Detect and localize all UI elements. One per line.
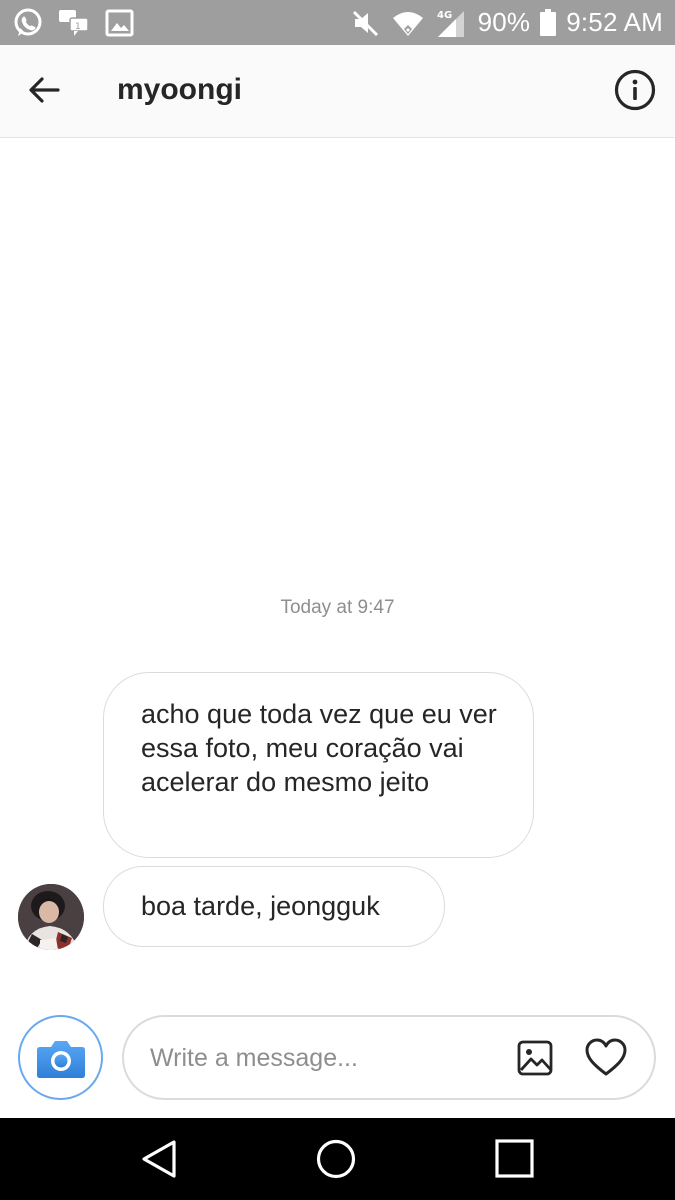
status-right-icons: 4G 90% 9:52 AM <box>350 6 663 39</box>
nav-home-button[interactable] <box>315 1138 357 1180</box>
clock: 9:52 AM <box>566 7 663 37</box>
avatar[interactable] <box>18 884 84 950</box>
chat-notification-icon: 1 <box>58 7 90 39</box>
status-left-icons: 1 <box>12 6 136 39</box>
network-label: 4G <box>437 10 452 21</box>
heart-icon <box>585 1038 627 1076</box>
triangle-back-icon <box>142 1140 176 1178</box>
nav-back-button[interactable] <box>139 1138 181 1180</box>
whatsapp-icon <box>12 7 44 39</box>
info-circle-icon <box>614 69 656 111</box>
wifi-icon <box>392 7 424 39</box>
svg-text:1: 1 <box>75 22 81 32</box>
profile-photo-icon <box>18 884 84 950</box>
square-recents-icon <box>495 1139 534 1178</box>
image-icon <box>517 1040 553 1076</box>
message-input[interactable] <box>150 1039 490 1077</box>
gallery-button[interactable] <box>516 1039 554 1077</box>
system-nav-bar <box>0 1118 675 1200</box>
arrow-left-icon <box>29 77 60 103</box>
battery-icon <box>540 9 557 36</box>
signal-icon: 4G <box>434 7 468 39</box>
image-notification-icon <box>104 7 136 39</box>
camera-button[interactable] <box>18 1015 103 1100</box>
conversation-title[interactable]: myoongi <box>117 73 242 107</box>
back-button[interactable] <box>24 69 66 111</box>
info-button[interactable] <box>613 68 657 112</box>
nav-recents-button[interactable] <box>494 1138 536 1180</box>
camera-icon <box>36 1040 85 1078</box>
message-text: acho que toda vez que eu ver essa foto, … <box>141 699 497 797</box>
message-text: boa tarde, jeongguk <box>141 891 380 921</box>
message-composer <box>122 1015 656 1100</box>
message-bubble[interactable]: boa tarde, jeongguk <box>103 866 445 947</box>
message-bubble[interactable]: acho que toda vez que eu ver essa foto, … <box>103 672 534 858</box>
status-bar: 1 4G 90% 9:52 AM <box>0 0 675 45</box>
mute-icon <box>350 7 382 39</box>
conversation-header: myoongi <box>0 45 675 138</box>
circle-home-icon <box>316 1139 356 1179</box>
battery-percent: 90% <box>477 7 531 37</box>
like-button[interactable] <box>584 1037 628 1079</box>
message-timestamp: Today at 9:47 <box>280 597 395 618</box>
